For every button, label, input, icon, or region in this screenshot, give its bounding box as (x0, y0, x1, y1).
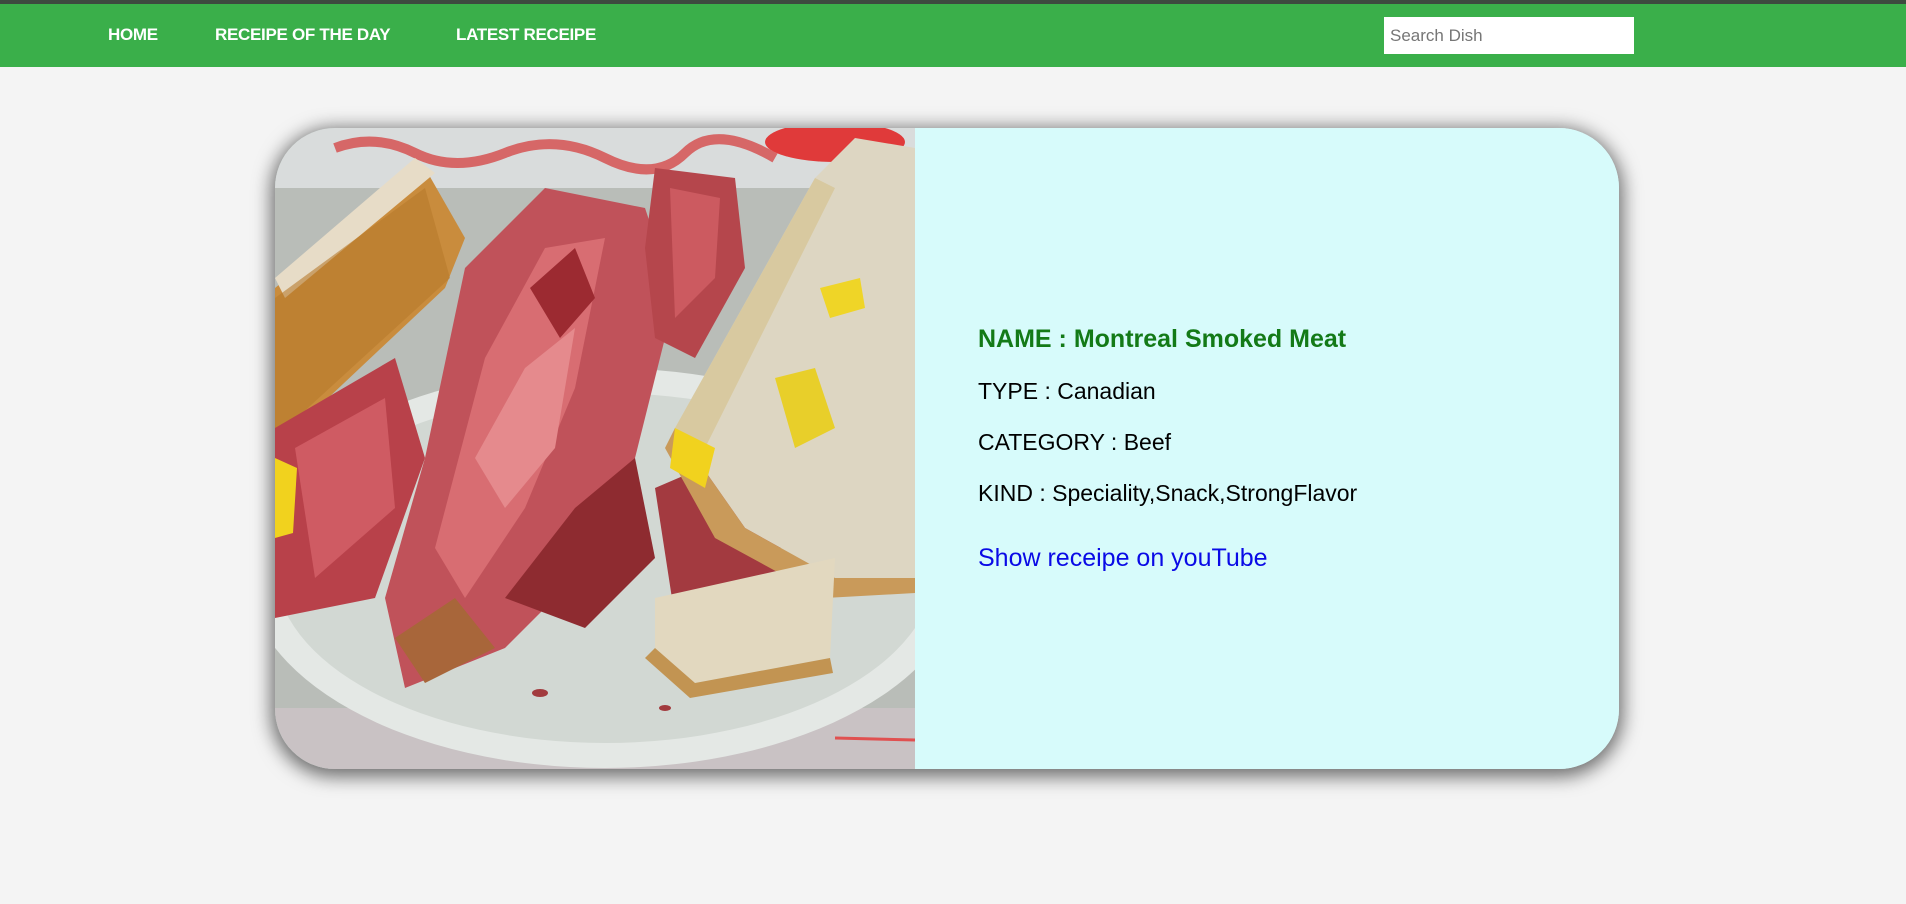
nav-latest-recipe-link[interactable]: LATEST RECEIPE (456, 25, 596, 45)
dish-name: NAME : Montreal Smoked Meat (978, 325, 1347, 353)
dish-image (275, 128, 915, 769)
dish-type: TYPE : Canadian (978, 378, 1156, 404)
search-dish-input[interactable] (1384, 17, 1634, 54)
recipe-card: NAME : Montreal Smoked Meat TYPE : Canad… (275, 128, 1619, 769)
youtube-recipe-link[interactable]: Show receipe on youTube (978, 544, 1268, 573)
dish-category: CATEGORY : Beef (978, 429, 1172, 455)
top-navbar: HOME RECEIPE OF THE DAY LATEST RECEIPE (0, 4, 1906, 67)
dish-kind: KIND : Speciality,Snack,StrongFlavor (978, 480, 1358, 506)
recipe-details: NAME : Montreal Smoked Meat TYPE : Canad… (915, 128, 1619, 769)
nav-recipe-of-the-day-link[interactable]: RECEIPE OF THE DAY (215, 25, 391, 45)
nav-home-link[interactable]: HOME (108, 25, 158, 45)
